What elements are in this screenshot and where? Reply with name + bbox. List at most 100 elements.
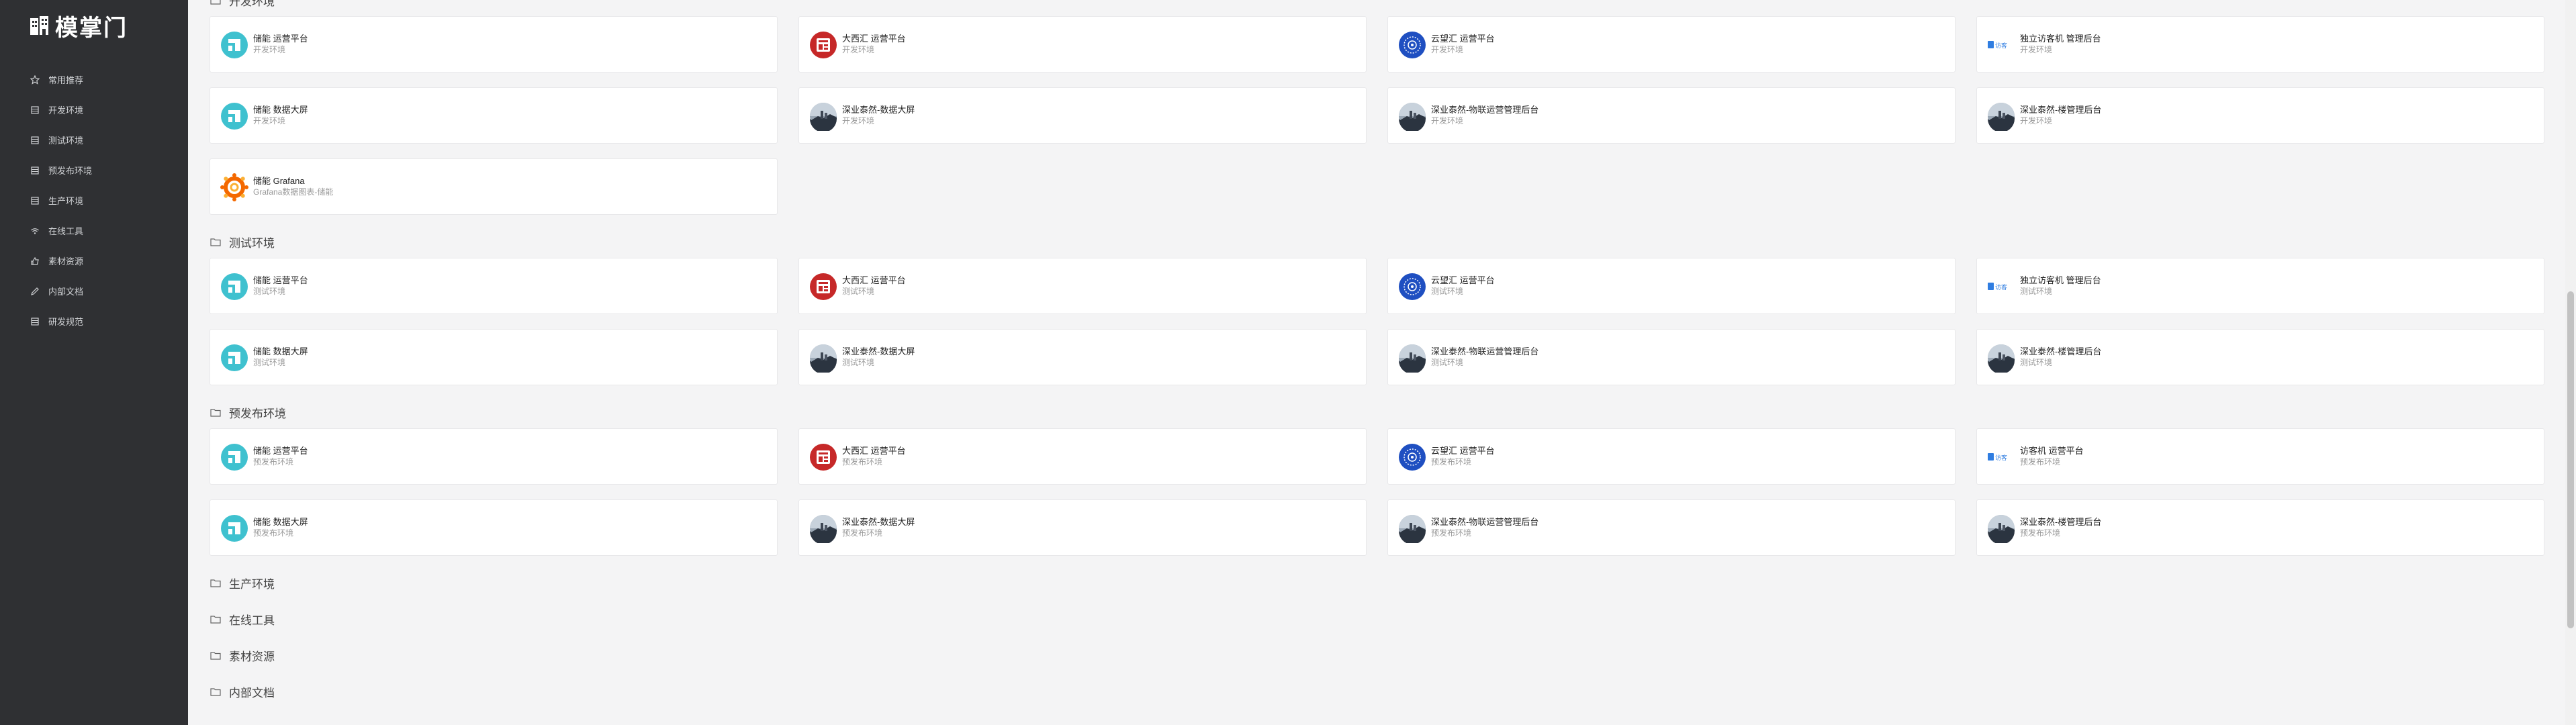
nav-card[interactable]: 深业泰然-楼管理后台 开发环境 — [1976, 87, 2544, 144]
card-title: 深业泰然-物联运营管理后台 — [1431, 517, 1539, 527]
nav-card[interactable]: 储能 数据大屏 开发环境 — [210, 87, 778, 144]
section-header[interactable]: 测试环境 — [210, 234, 275, 250]
section-header[interactable]: 内部文档 — [210, 683, 275, 700]
nav-card[interactable]: 访客 独立访客机 管理后台 测试环境 — [1976, 258, 2544, 314]
card-subtitle: 开发环境 — [2020, 45, 2053, 54]
nav-card[interactable]: 深业泰然-物联运营管理后台 预发布环境 — [1387, 499, 1956, 556]
section-header[interactable]: 开发环境 — [210, 0, 275, 9]
sidebar-item-label: 素材资源 — [48, 256, 84, 267]
card-title: 大西汇 运营平台 — [842, 34, 906, 44]
nav-card[interactable]: 访客 独立访客机 管理后台 开发环境 — [1976, 16, 2544, 72]
card-subtitle: 预发布环境 — [1431, 457, 1472, 467]
sidebar-item-3[interactable]: 预发布环境 — [0, 155, 188, 185]
card-title: 深业泰然-楼管理后台 — [2020, 105, 2102, 115]
card-subtitle: 预发布环境 — [2020, 528, 2061, 538]
sidebar-item-label: 研发规范 — [48, 317, 84, 327]
card-title: 大西汇 运营平台 — [842, 446, 906, 456]
chuneng-logo-icon — [220, 343, 249, 373]
nav-card[interactable]: 大西汇 运营平台 测试环境 — [798, 258, 1367, 314]
card-title: 云望汇 运营平台 — [1431, 446, 1495, 456]
building-photo-icon — [1397, 101, 1427, 132]
building-photo-icon — [809, 101, 838, 132]
section-title: 开发环境 — [229, 0, 275, 8]
sidebar-item-1[interactable]: 开发环境 — [0, 95, 188, 125]
chuneng-logo-icon — [220, 514, 249, 543]
nav-card[interactable]: 云望汇 运营平台 开发环境 — [1387, 16, 1956, 72]
building-photo-icon — [1986, 514, 2016, 544]
nav-card[interactable]: 储能 运营平台 测试环境 — [210, 258, 778, 314]
nav-card[interactable]: 储能 Grafana Grafana数据图表-储能 — [210, 158, 778, 215]
nav-card[interactable]: 访客 访客机 运营平台 预发布环境 — [1976, 428, 2544, 485]
card-subtitle: 测试环境 — [253, 287, 286, 296]
daxihui-logo-icon — [809, 30, 838, 60]
card-title: 储能 Grafana — [253, 176, 305, 186]
card-title: 云望汇 运营平台 — [1431, 34, 1495, 44]
sidebar-item-6[interactable]: 素材资源 — [0, 246, 188, 276]
card-subtitle: 预发布环境 — [253, 457, 294, 467]
brand-logo[interactable]: 模掌门 — [30, 9, 128, 42]
vertical-scrollbar[interactable] — [2565, 0, 2576, 725]
nav-card[interactable]: 深业泰然-楼管理后台 测试环境 — [1976, 329, 2544, 385]
card-title: 储能 数据大屏 — [253, 517, 308, 527]
building-photo-icon — [1397, 514, 1427, 544]
sidebar-item-0[interactable]: 常用推荐 — [0, 64, 188, 95]
nav-card[interactable]: 深业泰然-物联运营管理后台 测试环境 — [1387, 329, 1956, 385]
section-title: 预发布环境 — [229, 407, 286, 420]
sidebar-item-4[interactable]: 生产环境 — [0, 185, 188, 215]
chuneng-logo-icon — [220, 442, 249, 472]
section-header[interactable]: 在线工具 — [210, 611, 275, 628]
card-subtitle: 开发环境 — [2020, 116, 2053, 126]
section-title: 素材资源 — [229, 650, 275, 663]
section-header[interactable]: 预发布环境 — [210, 404, 286, 421]
card-title: 深业泰然-楼管理后台 — [2020, 517, 2102, 527]
card-subtitle: 测试环境 — [1431, 358, 1464, 367]
section-title: 内部文档 — [229, 687, 275, 699]
card-subtitle: 开发环境 — [1431, 45, 1464, 54]
section-header[interactable]: 生产环境 — [210, 575, 275, 591]
scrollbar-thumb[interactable] — [2567, 291, 2574, 628]
pencil-icon — [30, 286, 40, 297]
card-subtitle: 开发环境 — [253, 45, 286, 54]
folder-icon — [210, 409, 221, 417]
card-subtitle: 测试环境 — [1431, 287, 1464, 296]
nav-card[interactable]: 云望汇 运营平台 测试环境 — [1387, 258, 1956, 314]
card-title: 储能 运营平台 — [253, 446, 308, 456]
card-subtitle: 测试环境 — [842, 358, 875, 367]
sidebar-item-label: 生产环境 — [48, 196, 84, 206]
nav-card[interactable]: 储能 运营平台 预发布环境 — [210, 428, 778, 485]
sidebar-item-5[interactable]: 在线工具 — [0, 215, 188, 246]
nav-card[interactable]: 深业泰然-楼管理后台 预发布环境 — [1976, 499, 2544, 556]
nav-card[interactable]: 储能 数据大屏 测试环境 — [210, 329, 778, 385]
nav-card[interactable]: 深业泰然-数据大屏 测试环境 — [798, 329, 1367, 385]
sidebar-item-label: 常用推荐 — [48, 75, 84, 85]
nav-card[interactable]: 深业泰然-数据大屏 预发布环境 — [798, 499, 1367, 556]
sidebar-item-label: 测试环境 — [48, 136, 84, 146]
card-subtitle: 预发布环境 — [2020, 457, 2061, 467]
sidebar-item-8[interactable]: 研发规范 — [0, 306, 188, 336]
card-title: 独立访客机 管理后台 — [2020, 275, 2101, 285]
nav-card[interactable]: 储能 运营平台 开发环境 — [210, 16, 778, 72]
card-title: 深业泰然-数据大屏 — [842, 105, 915, 115]
nav-card[interactable]: 大西汇 运营平台 开发环境 — [798, 16, 1367, 72]
nav-card[interactable]: 深业泰然-物联运营管理后台 开发环境 — [1387, 87, 1956, 144]
card-title: 储能 运营平台 — [253, 275, 308, 285]
card-subtitle: 测试环境 — [842, 287, 875, 296]
nav-card[interactable]: 储能 数据大屏 预发布环境 — [210, 499, 778, 556]
chuneng-logo-icon — [220, 272, 249, 301]
section-title: 在线工具 — [229, 614, 275, 627]
nav-card[interactable]: 云望汇 运营平台 预发布环境 — [1387, 428, 1956, 485]
sidebar-item-7[interactable]: 内部文档 — [0, 276, 188, 306]
sidebar-item-label: 在线工具 — [48, 226, 84, 236]
chuneng-logo-icon — [220, 101, 249, 131]
building-logo-icon — [30, 16, 48, 35]
yunwanghui-logo-icon — [1397, 30, 1427, 60]
card-subtitle: 开发环境 — [253, 116, 286, 126]
folder-icon — [210, 688, 221, 696]
nav-card[interactable]: 深业泰然-数据大屏 开发环境 — [798, 87, 1367, 144]
fangkeji-logo-icon: 访客 — [1986, 30, 2016, 60]
sidebar-item-2[interactable]: 测试环境 — [0, 125, 188, 155]
section-header[interactable]: 素材资源 — [210, 647, 275, 664]
nav-card[interactable]: 大西汇 运营平台 预发布环境 — [798, 428, 1367, 485]
card-title: 大西汇 运营平台 — [842, 275, 906, 285]
card-title: 储能 数据大屏 — [253, 105, 308, 115]
